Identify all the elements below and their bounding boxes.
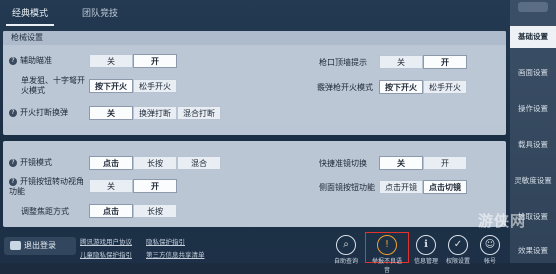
weapon-settings-panel: 枪械设置 ? 辅助瞄准 关 开 单发狙、十字弩开火模式 按下开火 松手开火 ? 开火… [3, 31, 506, 135]
side-scope-label: 侧面镜按钮功能 [319, 183, 375, 192]
scope-btn-on[interactable]: 开 [133, 179, 177, 193]
sidebar-item-controls[interactable]: 操作设置 [510, 98, 556, 120]
tab-team[interactable]: 团队竞技 [76, 4, 124, 24]
scope-settings-panel: ? 开镜模式 点击 长按 混合 ? 开镜按钮转动视角功能 关 开 调整焦距方式 点击… [3, 141, 506, 227]
muzzle-hint-toggle: 关 开 [379, 55, 467, 69]
info-management-label: 信息管理 [413, 258, 438, 265]
report-voice-label: 举报不良语音 [371, 258, 402, 274]
side-scope-switch[interactable]: 点击切镜 [423, 180, 467, 194]
scope-btn-label: ? 开镜按钮转动视角功能 [9, 177, 84, 196]
scope-mode-click[interactable]: 点击 [89, 156, 133, 170]
help-icon[interactable]: ? [9, 177, 17, 186]
shield-icon[interactable]: ✓ [448, 235, 468, 255]
shotgun-press[interactable]: 按下开火 [379, 80, 423, 94]
muzzle-hint-label: 枪口顶墙提示 [319, 58, 367, 67]
scope-mode-hold[interactable]: 长按 [133, 156, 177, 170]
fire-switch-off[interactable]: 关 [89, 106, 133, 120]
help-icon[interactable]: ? [9, 56, 17, 65]
sidebar-item-vehicle[interactable]: 载具设置 [510, 134, 556, 156]
adjust-focus-toggle: 点击 长按 [89, 204, 177, 218]
third-party-list-link[interactable]: 第三方信息共享清单 [146, 249, 205, 259]
aim-assist-toggle: 关 开 [89, 54, 177, 68]
bottom-bar: 退出登录 腾讯游戏用户协议 隐私保护指引 儿童隐私保护指引 第三方信息共享清单 … [0, 232, 510, 274]
fire-switch-reload[interactable]: 换弹打断 [133, 106, 177, 120]
warning-icon[interactable]: ! [377, 235, 397, 255]
scope-mode-toggle: 点击 长按 混合 [89, 156, 221, 170]
account-icon[interactable]: ☺ [480, 235, 500, 255]
scope-btn-toggle: 关 开 [89, 179, 177, 193]
section-title: 枪械设置 [3, 31, 506, 45]
mode-tabs: 经典模式 团队竞技 [0, 0, 510, 26]
self-service-label: 自助查询 [333, 258, 358, 265]
logout-button[interactable]: 退出登录 [4, 237, 76, 255]
scope-btn-off[interactable]: 关 [89, 179, 133, 193]
tab-classic[interactable]: 经典模式 [6, 4, 55, 26]
chat-icon [10, 241, 21, 250]
privacy-guide-link[interactable]: 隐私保护指引 [146, 236, 185, 246]
sidebar-item-sensitivity[interactable]: 灵敏度设置 [510, 170, 556, 192]
adjust-focus-label: 调整焦距方式 [21, 207, 69, 216]
adjust-focus-click[interactable]: 点击 [89, 204, 133, 218]
quick-switch-off[interactable]: 关 [379, 156, 423, 170]
sidebar-item-basic[interactable]: 基础设置 [510, 26, 556, 48]
aim-assist-on[interactable]: 开 [133, 54, 177, 68]
child-privacy-link[interactable]: 儿童隐私保护指引 [80, 249, 132, 259]
side-scope-open[interactable]: 点击开镜 [379, 180, 423, 194]
scope-mode-label: ? 开镜模式 [9, 158, 52, 168]
quick-switch-label: 快捷准镜切换 [319, 159, 367, 168]
account-label: 帐号 [483, 258, 496, 265]
muzzle-hint-off[interactable]: 关 [379, 55, 423, 69]
aim-assist-off[interactable]: 关 [89, 54, 133, 68]
rail-top-handle [518, 2, 548, 12]
help-icon[interactable]: ? [9, 158, 17, 167]
single-shot-press[interactable]: 按下开火 [89, 79, 133, 93]
scope-mode-mixed[interactable]: 混合 [177, 156, 221, 170]
info-icon[interactable]: ℹ [416, 235, 436, 255]
fire-switch-mixed[interactable]: 混合打断 [177, 106, 221, 120]
fire-switch-label: ? 开火打断换弹 [9, 108, 68, 118]
quick-switch-toggle: 关 开 [379, 156, 467, 170]
search-icon[interactable]: ⌕ [336, 235, 356, 255]
fire-switch-toggle: 关 换弹打断 混合打断 [89, 106, 221, 120]
user-agreement-link[interactable]: 腾讯游戏用户协议 [80, 236, 132, 246]
muzzle-hint-on[interactable]: 开 [423, 55, 467, 69]
aim-assist-label: ? 辅助瞄准 [9, 56, 52, 66]
adjust-focus-hold[interactable]: 长按 [133, 204, 177, 218]
permission-label: 权限设置 [445, 258, 470, 265]
side-scope-toggle: 点击开镜 点击切镜 [379, 180, 467, 194]
shotgun-mode-label: 霰弹枪开火模式 [317, 83, 373, 92]
single-shot-toggle: 按下开火 松手开火 [89, 79, 177, 93]
shotgun-mode-toggle: 按下开火 松手开火 [379, 80, 467, 94]
sidebar-item-graphics[interactable]: 画面设置 [510, 62, 556, 84]
shotgun-release[interactable]: 松手开火 [423, 80, 467, 94]
quick-switch-on[interactable]: 开 [423, 156, 467, 170]
watermark-logo: 游侠网 [478, 212, 527, 230]
single-shot-release[interactable]: 松手开火 [133, 79, 177, 93]
sidebar-item-effects[interactable]: 效果设置 [510, 240, 556, 262]
help-icon[interactable]: ? [9, 108, 17, 117]
single-shot-label: 单发狙、十字弩开火模式 [21, 76, 85, 95]
